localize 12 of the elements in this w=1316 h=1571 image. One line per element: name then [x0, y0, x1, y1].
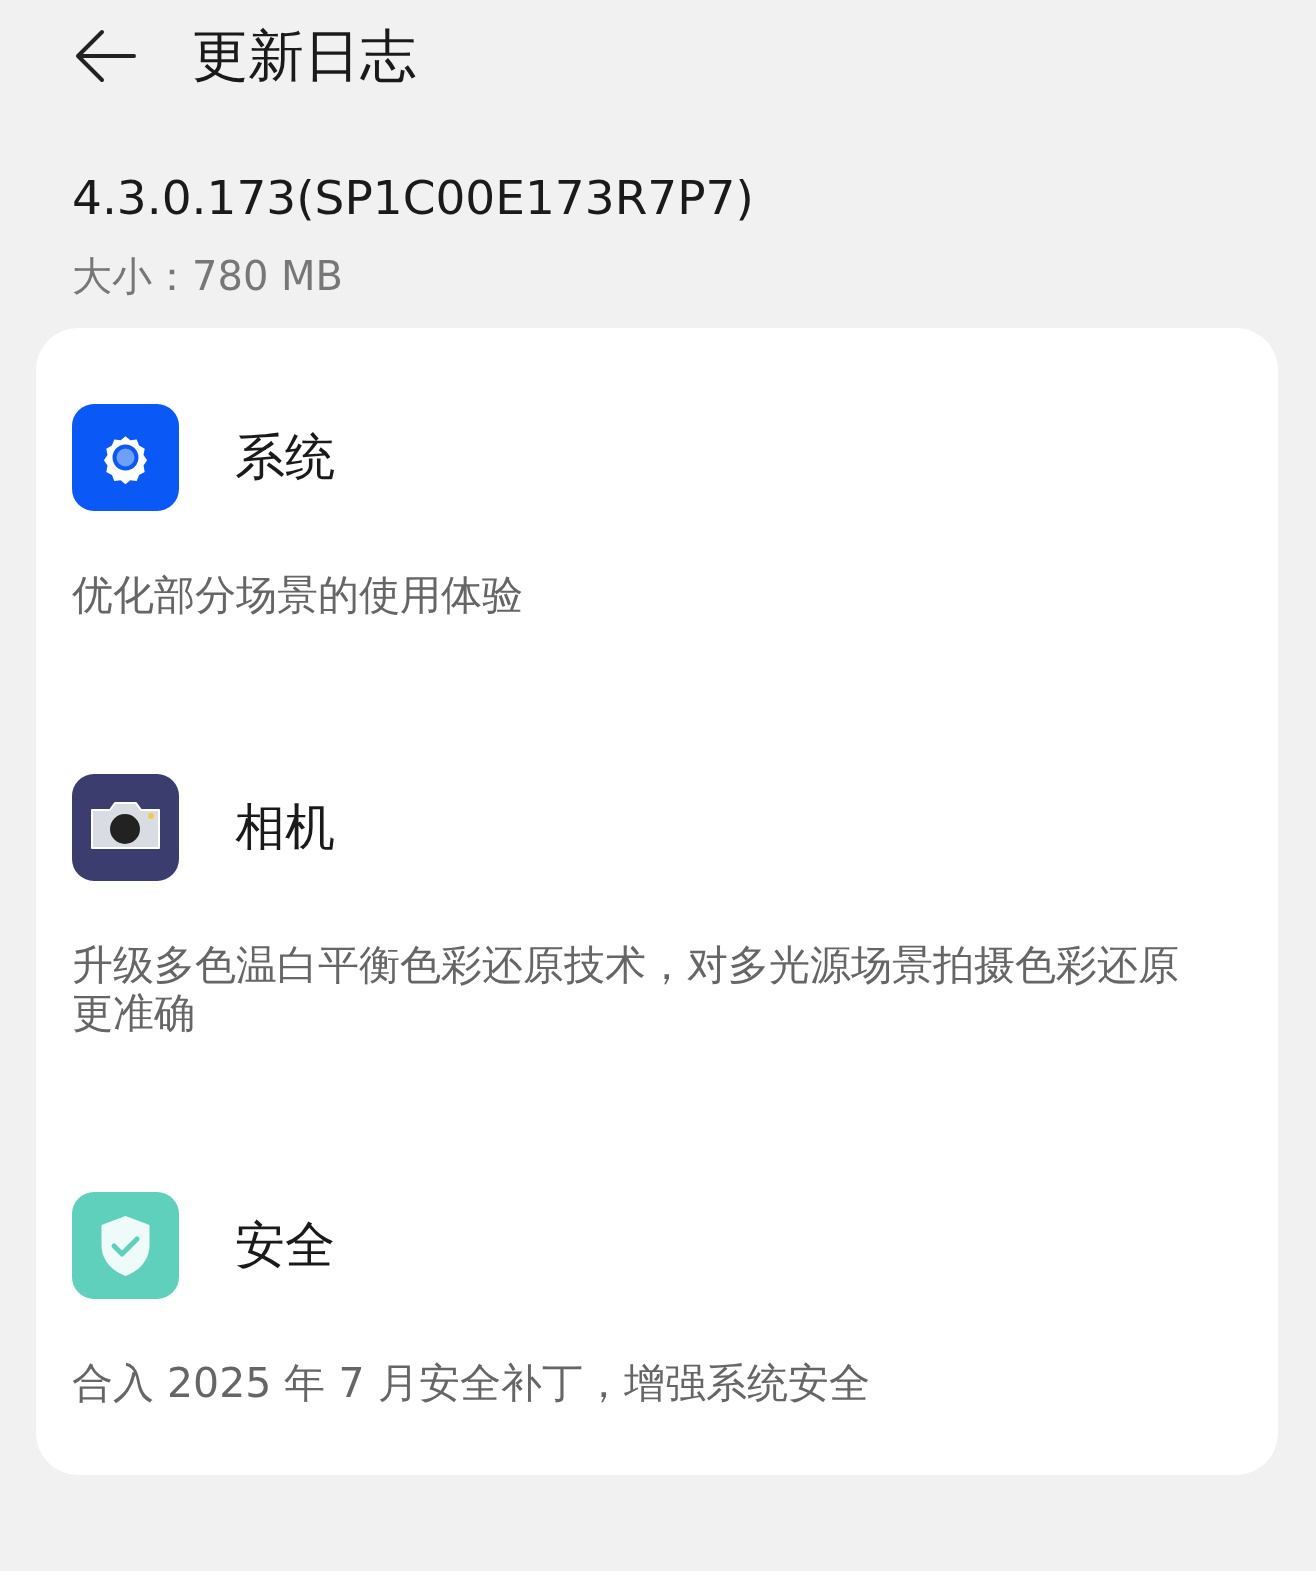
camera-icon	[72, 773, 179, 881]
section-description: 合入 2025 年 7 月安全补丁，增强系统安全	[72, 1358, 871, 1407]
version-text: 4.3.0.173(SP1C00E173R7P7)	[71, 172, 755, 224]
gear-icon	[72, 403, 179, 511]
section-description: 优化部分场景的使用体验	[72, 570, 524, 619]
shield-icon	[72, 1191, 179, 1299]
page-title: 更新日志	[192, 28, 416, 84]
section-description: 升级多色温白平衡色彩还原技术，对多光源场景拍摄色彩还原更准确	[72, 940, 1180, 1037]
size-text: 大小：780 MB	[71, 253, 344, 298]
section-title: 系统	[235, 426, 335, 488]
section-title: 安全	[235, 1214, 335, 1276]
section-title: 相机	[235, 796, 335, 858]
